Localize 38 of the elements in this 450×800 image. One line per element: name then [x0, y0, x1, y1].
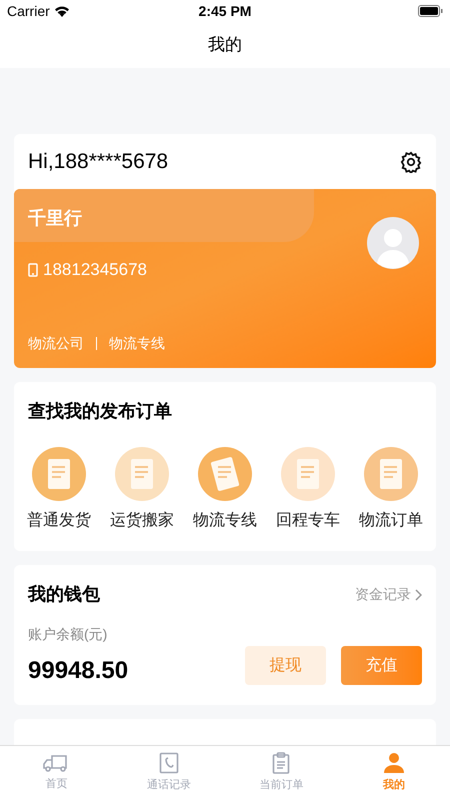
document-icon	[198, 447, 252, 501]
order-type-button[interactable]: 回程专车	[269, 447, 347, 533]
recharge-button[interactable]: 充值	[341, 646, 422, 685]
phone-number: 18812345678	[43, 259, 148, 281]
profile-tag: 物流公司	[28, 333, 84, 354]
section-title: 查找我的发布订单	[28, 400, 173, 423]
funds-record-link[interactable]: 资金记录	[355, 584, 422, 605]
document-icon	[364, 447, 418, 501]
greeting-text: Hi,188****5678	[28, 148, 168, 175]
chevron-right-icon	[415, 588, 422, 600]
status-time: 2:45 PM	[198, 2, 252, 20]
phone-icon	[28, 262, 38, 277]
tab-item[interactable]: 当前订单	[225, 746, 338, 800]
section-title: 我的钱包	[28, 583, 100, 606]
order-type-button[interactable]: 物流订单	[352, 447, 430, 533]
clipboard-icon	[272, 752, 290, 774]
user-name: 千里行	[28, 207, 83, 230]
order-type-button[interactable]: 物流专线	[186, 447, 264, 533]
document-icon	[115, 447, 169, 501]
withdraw-button[interactable]: 提现	[245, 646, 326, 685]
profile-tag: 物流专线	[109, 333, 165, 354]
carrier-label: Carrier	[7, 2, 50, 20]
person-icon	[382, 752, 405, 774]
tab-item[interactable]: 首页	[0, 746, 112, 800]
balance-amount: 99948.50	[28, 656, 128, 686]
truck-icon	[43, 753, 70, 774]
tab-item[interactable]: 我的	[338, 746, 450, 800]
wifi-icon	[54, 5, 70, 17]
tab-item[interactable]: 通话记录	[112, 746, 225, 800]
settings-icon[interactable]	[400, 150, 422, 172]
order-type-button[interactable]: 普通发货	[20, 447, 98, 533]
order-type-button[interactable]: 运货搬家	[103, 447, 181, 533]
phone-log-icon	[158, 752, 179, 774]
document-icon	[32, 447, 86, 501]
page-title: 我的	[208, 34, 242, 56]
battery-icon	[418, 5, 443, 17]
balance-label: 账户余额(元)	[28, 625, 108, 644]
document-icon	[281, 447, 335, 501]
